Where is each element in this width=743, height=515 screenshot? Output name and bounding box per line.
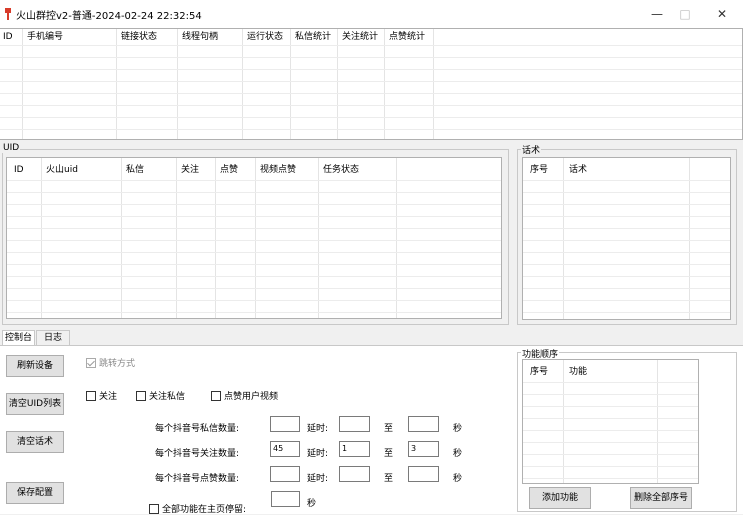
stay-sec-label: 秒	[307, 499, 317, 509]
uid-table[interactable]: ID 火山uid 私信 关注 点赞 视频点赞 任务状态	[6, 157, 502, 319]
checkmark-icon	[86, 357, 96, 368]
script-table[interactable]: 序号 话术	[522, 157, 731, 320]
script-table-header: 序号 话术	[523, 162, 730, 178]
follow-delay-label: 延时:	[307, 449, 329, 459]
like-count-label: 每个抖音号点赞数量:	[155, 474, 240, 484]
save-config-button[interactable]: 保存配置	[6, 482, 64, 504]
col-like-stats[interactable]: 点赞统计	[386, 29, 425, 45]
follow-checkbox[interactable]: 关注	[86, 389, 117, 402]
col-task-status[interactable]: 任务状态	[320, 162, 359, 178]
col-video-like[interactable]: 视频点赞	[257, 162, 296, 178]
like-delay-label: 延时:	[307, 474, 329, 484]
clear-uid-list-button[interactable]: 清空UID列表	[6, 393, 64, 415]
refresh-devices-button[interactable]: 刷新设备	[6, 355, 64, 377]
script-group-label: 话术	[521, 143, 542, 156]
jump-mode-checkbox[interactable]: 跳转方式	[86, 356, 135, 369]
dm-delay-label: 延时:	[307, 424, 329, 434]
device-table[interactable]: ID 手机编号 链接状态 线程句柄 运行状态 私信统计 关注统计 点赞统计	[0, 28, 743, 140]
follow-sec-label: 秒	[453, 449, 463, 459]
col-func-seq[interactable]: 序号	[527, 364, 548, 380]
col-run-status[interactable]: 运行状态	[244, 29, 283, 45]
col-link-status[interactable]: 链接状态	[118, 29, 157, 45]
col-seq[interactable]: 序号	[527, 162, 548, 178]
device-table-header: ID 手机编号 链接状态 线程句柄 运行状态 私信统计 关注统计 点赞统计	[0, 29, 742, 45]
col-func-name[interactable]: 功能	[566, 364, 587, 380]
col-uid-id[interactable]: ID	[11, 162, 24, 178]
follow-count-input[interactable]: 45	[270, 441, 300, 457]
like-delay-min-input[interactable]	[339, 466, 370, 482]
col-id[interactable]: ID	[0, 29, 13, 45]
col-phone-no[interactable]: 手机编号	[24, 29, 63, 45]
stay-home-input[interactable]	[271, 491, 300, 507]
dm-delay-max-input[interactable]	[408, 416, 439, 432]
col-dm-stats[interactable]: 私信统计	[292, 29, 331, 45]
like-delay-max-input[interactable]	[408, 466, 439, 482]
clear-script-button[interactable]: 清空话术	[6, 431, 64, 453]
delete-all-seq-button[interactable]: 删除全部序号	[630, 487, 692, 509]
maximize-button[interactable]: □	[668, 4, 702, 24]
col-follow-stats[interactable]: 关注统计	[339, 29, 378, 45]
col-dm[interactable]: 私信	[123, 162, 144, 178]
follow-dm-checkbox[interactable]: 关注私信	[136, 389, 185, 402]
dm-count-label: 每个抖音号私信数量:	[155, 424, 240, 434]
like-to-label: 至	[384, 474, 394, 484]
function-table-header: 序号 功能	[523, 364, 698, 380]
col-script[interactable]: 话术	[566, 162, 587, 178]
col-follow[interactable]: 关注	[178, 162, 199, 178]
col-like[interactable]: 点赞	[217, 162, 238, 178]
window-title: 火山群控v2-普通-2024-02-24 22:32:54	[16, 11, 202, 22]
uid-group-label: UID	[2, 143, 21, 153]
app-icon	[5, 8, 11, 20]
dm-sec-label: 秒	[453, 424, 463, 434]
close-button[interactable]: ✕	[705, 4, 739, 24]
function-order-table[interactable]: 序号 功能	[522, 359, 699, 484]
dm-delay-min-input[interactable]	[339, 416, 370, 432]
dm-count-input[interactable]	[270, 416, 300, 432]
like-sec-label: 秒	[453, 474, 463, 484]
tab-log[interactable]: 日志	[36, 330, 70, 345]
follow-to-label: 至	[384, 449, 394, 459]
follow-delay-min-input[interactable]: 1	[339, 441, 370, 457]
like-count-input[interactable]	[270, 466, 300, 482]
follow-delay-max-input[interactable]: 3	[408, 441, 439, 457]
tab-console[interactable]: 控制台	[2, 330, 35, 346]
follow-count-label: 每个抖音号关注数量:	[155, 449, 240, 459]
col-huoshan-uid[interactable]: 火山uid	[43, 162, 78, 178]
col-thread-handle[interactable]: 线程句柄	[179, 29, 218, 45]
like-user-videos-checkbox[interactable]: 点赞用户视频	[211, 389, 278, 402]
dm-to-label: 至	[384, 424, 394, 434]
add-function-button[interactable]: 添加功能	[529, 487, 591, 509]
title-bar: 火山群控v2-普通-2024-02-24 22:32:54 — □ ✕	[0, 0, 743, 28]
stay-home-checkbox[interactable]: 全部功能在主页停留:	[149, 502, 246, 515]
